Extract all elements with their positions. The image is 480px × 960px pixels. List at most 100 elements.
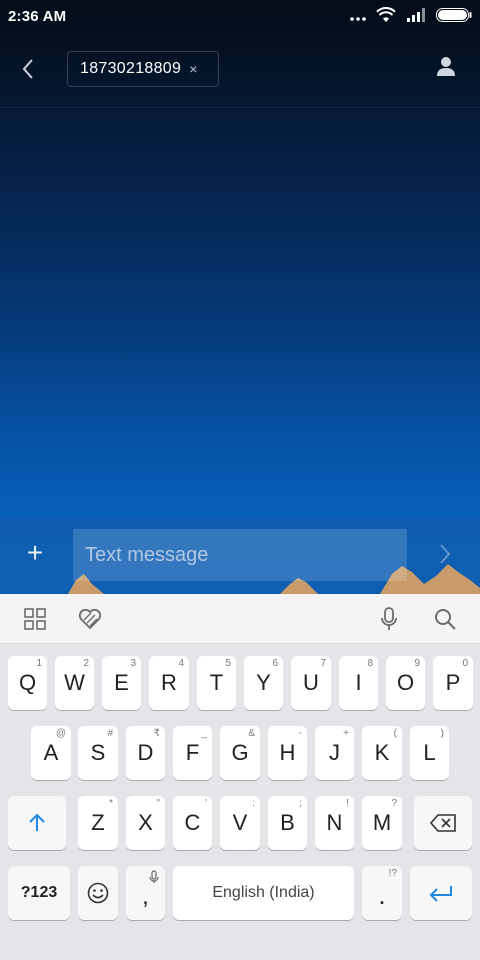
backspace-icon bbox=[430, 814, 456, 832]
conversation-header: 18730218809 × bbox=[0, 34, 480, 108]
key-label: , bbox=[142, 883, 149, 910]
key-g[interactable]: G & bbox=[220, 726, 260, 780]
key-label: H bbox=[279, 740, 296, 765]
key-o[interactable]: O9 bbox=[386, 656, 425, 710]
key-hint: - bbox=[298, 728, 302, 739]
remove-recipient-icon[interactable]: × bbox=[189, 61, 197, 77]
key-label: C bbox=[184, 810, 201, 835]
key-label: . bbox=[378, 879, 386, 910]
wifi-icon bbox=[376, 7, 396, 28]
key-hint: 3 bbox=[130, 658, 136, 669]
key-hint: 8 bbox=[367, 658, 373, 669]
key-label: A bbox=[43, 740, 59, 765]
key-label: D bbox=[137, 740, 154, 765]
key-label: N bbox=[326, 810, 343, 835]
key-label: W bbox=[64, 670, 85, 695]
keyboard: Q1 W2 E3 R4 T5 Y6 U7 I8 O9 P0 A @ S # D ₹ F… bbox=[0, 644, 480, 960]
smiley-icon bbox=[87, 882, 109, 904]
key-d[interactable]: D ₹ bbox=[126, 726, 165, 780]
key-l[interactable]: L) bbox=[410, 726, 449, 780]
key-x[interactable]: X " bbox=[126, 796, 165, 850]
key-hint: & bbox=[248, 728, 255, 739]
key-r[interactable]: R4 bbox=[149, 656, 189, 710]
key-hint: ' bbox=[205, 798, 207, 809]
key-q[interactable]: Q1 bbox=[8, 656, 47, 710]
key-z[interactable]: Z * bbox=[78, 796, 118, 850]
more-dots-icon bbox=[350, 9, 366, 27]
status-bar: 2:36 AM bbox=[0, 0, 480, 34]
key-hint: 2 bbox=[83, 658, 89, 669]
key-t[interactable]: T5 bbox=[197, 656, 236, 710]
key-hint: : bbox=[252, 798, 255, 809]
key-label: K bbox=[374, 740, 390, 765]
comma-key[interactable]: , bbox=[126, 866, 165, 920]
key-label: P bbox=[445, 670, 461, 695]
key-hint: 5 bbox=[225, 658, 231, 669]
key-label: U bbox=[303, 670, 319, 695]
key-hint: ( bbox=[393, 728, 397, 739]
key-h[interactable]: H- bbox=[268, 726, 307, 780]
attach-button[interactable]: + bbox=[22, 539, 48, 567]
heart-sticker-icon bbox=[78, 608, 102, 630]
key-k[interactable]: K( bbox=[362, 726, 402, 780]
key-c[interactable]: C ' bbox=[173, 796, 212, 850]
space-key[interactable]: English (India) bbox=[173, 866, 354, 920]
search-icon bbox=[435, 609, 456, 630]
backspace-key[interactable] bbox=[414, 796, 472, 850]
enter-key[interactable] bbox=[410, 866, 472, 920]
key-j[interactable]: J + bbox=[315, 726, 354, 780]
key-m[interactable]: M? bbox=[362, 796, 402, 850]
recipient-chip[interactable]: 18730218809 × bbox=[67, 51, 219, 87]
status-icons bbox=[350, 7, 472, 28]
grid-icon bbox=[24, 608, 46, 630]
key-hint: ) bbox=[440, 728, 444, 739]
send-button[interactable] bbox=[438, 543, 458, 567]
key-i[interactable]: I8 bbox=[339, 656, 378, 710]
key-y[interactable]: Y6 bbox=[244, 656, 283, 710]
keyboard-toolbar bbox=[0, 594, 480, 644]
symbols-key[interactable]: ?123 bbox=[8, 866, 70, 920]
shift-key[interactable] bbox=[8, 796, 66, 850]
key-s[interactable]: S # bbox=[78, 726, 118, 780]
emoji-key[interactable] bbox=[78, 866, 118, 920]
back-button[interactable] bbox=[14, 54, 42, 84]
contact-button[interactable] bbox=[436, 56, 460, 82]
apps-grid-button[interactable] bbox=[22, 606, 48, 632]
back-arrow-icon bbox=[22, 59, 33, 79]
key-hint: ? bbox=[391, 798, 397, 809]
key-n[interactable]: N! bbox=[315, 796, 354, 850]
sticker-button[interactable] bbox=[77, 606, 103, 632]
send-chevron-icon bbox=[440, 544, 451, 564]
recipient-number: 18730218809 bbox=[80, 60, 182, 77]
key-label: J bbox=[329, 740, 340, 765]
key-e[interactable]: E3 bbox=[102, 656, 141, 710]
key-hint: 1 bbox=[36, 658, 42, 669]
key-p[interactable]: P0 bbox=[433, 656, 473, 710]
battery-icon bbox=[436, 8, 472, 27]
key-a[interactable]: A @ bbox=[31, 726, 71, 780]
key-hint: ₹ bbox=[153, 728, 160, 739]
search-button[interactable] bbox=[432, 606, 458, 632]
key-b[interactable]: B; bbox=[268, 796, 307, 850]
key-label: T bbox=[209, 670, 224, 695]
message-input[interactable] bbox=[73, 529, 407, 581]
key-label: F bbox=[185, 740, 200, 765]
key-hint: ; bbox=[299, 798, 302, 809]
key-label: R bbox=[161, 670, 177, 695]
period-key[interactable]: . !? bbox=[362, 866, 402, 920]
key-label: L bbox=[423, 740, 436, 765]
person-icon bbox=[437, 57, 455, 76]
voice-input-button[interactable] bbox=[376, 606, 402, 632]
key-label: I bbox=[355, 670, 362, 695]
key-f[interactable]: F _ bbox=[173, 726, 212, 780]
key-u[interactable]: U7 bbox=[291, 656, 331, 710]
key-v[interactable]: V: bbox=[220, 796, 260, 850]
mic-hint-icon bbox=[149, 870, 159, 883]
key-hint: ! bbox=[346, 798, 349, 809]
microphone-icon bbox=[381, 607, 397, 630]
key-label: B bbox=[280, 810, 295, 835]
key-label: E bbox=[114, 670, 129, 695]
key-w[interactable]: W2 bbox=[55, 656, 94, 710]
key-hint: + bbox=[343, 728, 349, 739]
key-label: Q bbox=[18, 670, 37, 695]
